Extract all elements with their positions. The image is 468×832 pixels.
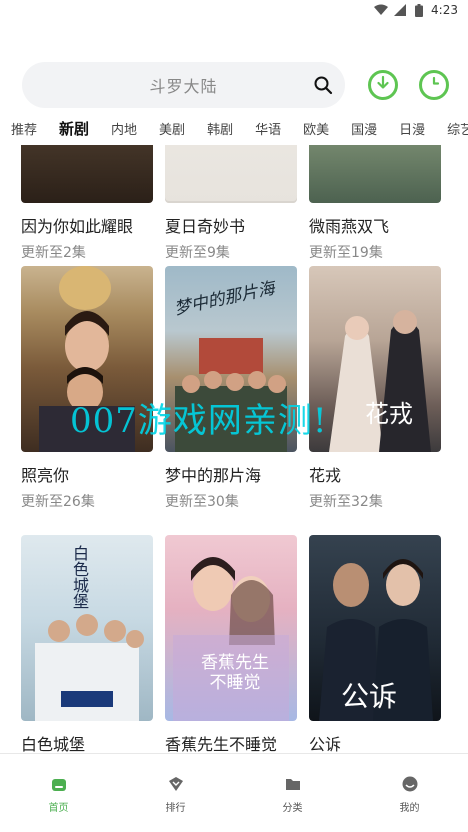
nav-label: 我的	[399, 803, 420, 814]
status-time: 4:23	[431, 3, 458, 17]
tab-chinese-anime[interactable]: 国漫	[340, 119, 388, 138]
drama-card[interactable]: 夏日奇妙书 更新至9集	[165, 145, 297, 261]
category-tabs: 推荐 新剧 内地 美剧 韩剧 华语 欧美 国漫 日漫 综艺	[0, 117, 468, 139]
nav-label: 排行	[165, 803, 186, 814]
poster-caption: 公诉	[341, 680, 398, 713]
download-button[interactable]	[368, 70, 398, 100]
search-input[interactable]: 斗罗大陆	[22, 62, 345, 108]
bottom-nav: 首页 排行 分类 我的	[0, 753, 468, 832]
wifi-icon	[374, 3, 389, 17]
search-header: 斗罗大陆	[0, 62, 468, 108]
nav-profile[interactable]: 我的	[351, 754, 468, 832]
poster-image: 香蕉先生不睡觉	[165, 535, 297, 721]
signal-icon	[393, 3, 407, 17]
nav-label: 首页	[48, 803, 69, 814]
poster-image	[21, 145, 153, 203]
drama-card[interactable]: 花戎 花戎 更新至32集	[309, 266, 441, 510]
drama-card[interactable]: 因为你如此耀眼 更新至2集	[21, 145, 153, 261]
tab-western[interactable]: 欧美	[292, 119, 340, 138]
poster-image	[165, 145, 297, 203]
drama-update: 更新至30集	[165, 494, 239, 510]
drama-update: 更新至32集	[309, 494, 383, 510]
tab-recommend[interactable]: 推荐	[0, 119, 48, 138]
drama-title: 梦中的那片海	[165, 466, 262, 485]
nav-label: 分类	[282, 803, 303, 814]
home-icon	[51, 776, 67, 792]
battery-icon	[412, 3, 426, 17]
ranking-icon	[168, 776, 184, 792]
poster-caption: 白色城堡	[70, 545, 89, 609]
poster-image: 公诉	[309, 535, 441, 721]
drama-title: 因为你如此耀眼	[21, 217, 134, 236]
drama-update: 更新至2集	[21, 245, 86, 261]
history-clock-icon	[426, 75, 442, 95]
tab-us-drama[interactable]: 美剧	[148, 119, 196, 138]
status-bar: 4:23	[0, 0, 468, 20]
drama-card[interactable]: 公诉 公诉	[309, 535, 441, 753]
drama-title: 公诉	[309, 735, 342, 753]
drama-card[interactable]: 微雨燕双飞 更新至19集	[309, 145, 441, 261]
nav-category[interactable]: 分类	[234, 754, 351, 832]
history-button[interactable]	[419, 70, 449, 100]
tab-mainland[interactable]: 内地	[100, 119, 148, 138]
poster-image: 白色城堡	[21, 535, 153, 721]
drama-update: 更新至26集	[21, 494, 95, 510]
nav-home[interactable]: 首页	[0, 754, 117, 832]
tab-new-drama[interactable]: 新剧	[48, 118, 100, 139]
folder-icon	[285, 776, 301, 792]
drama-title: 照亮你	[21, 466, 70, 485]
search-icon[interactable]	[313, 75, 333, 95]
drama-update: 更新至19集	[309, 245, 383, 261]
drama-card[interactable]: 白色城堡 白色城堡	[21, 535, 153, 753]
drama-title: 夏日奇妙书	[165, 217, 246, 236]
tab-japanese-anime[interactable]: 日漫	[388, 119, 436, 138]
watermark-text: 007游戏网亲测!	[70, 401, 328, 441]
drama-title: 白色城堡	[21, 735, 86, 753]
drama-title: 花戎	[309, 466, 342, 485]
poster-caption: 香蕉先生不睡觉	[201, 653, 269, 693]
poster-image	[309, 145, 441, 203]
nav-ranking[interactable]: 排行	[117, 754, 234, 832]
profile-icon	[402, 776, 418, 792]
drama-grid: 因为你如此耀眼 更新至2集 夏日奇妙书 更新至9集 微雨燕双飞 更新至19集 照…	[0, 145, 468, 753]
poster-caption: 花戎	[365, 400, 413, 428]
drama-update: 更新至9集	[165, 245, 230, 261]
search-placeholder: 斗罗大陆	[149, 77, 218, 96]
tab-variety[interactable]: 综艺	[436, 119, 468, 138]
drama-title: 微雨燕双飞	[309, 217, 390, 236]
drama-card[interactable]: 香蕉先生不睡觉 香蕉先生不睡觉	[165, 535, 297, 753]
download-icon	[375, 75, 391, 95]
drama-title: 香蕉先生不睡觉	[165, 735, 278, 753]
tab-korean-drama[interactable]: 韩剧	[196, 119, 244, 138]
tab-chinese[interactable]: 华语	[244, 119, 292, 138]
poster-image: 花戎	[309, 266, 441, 452]
